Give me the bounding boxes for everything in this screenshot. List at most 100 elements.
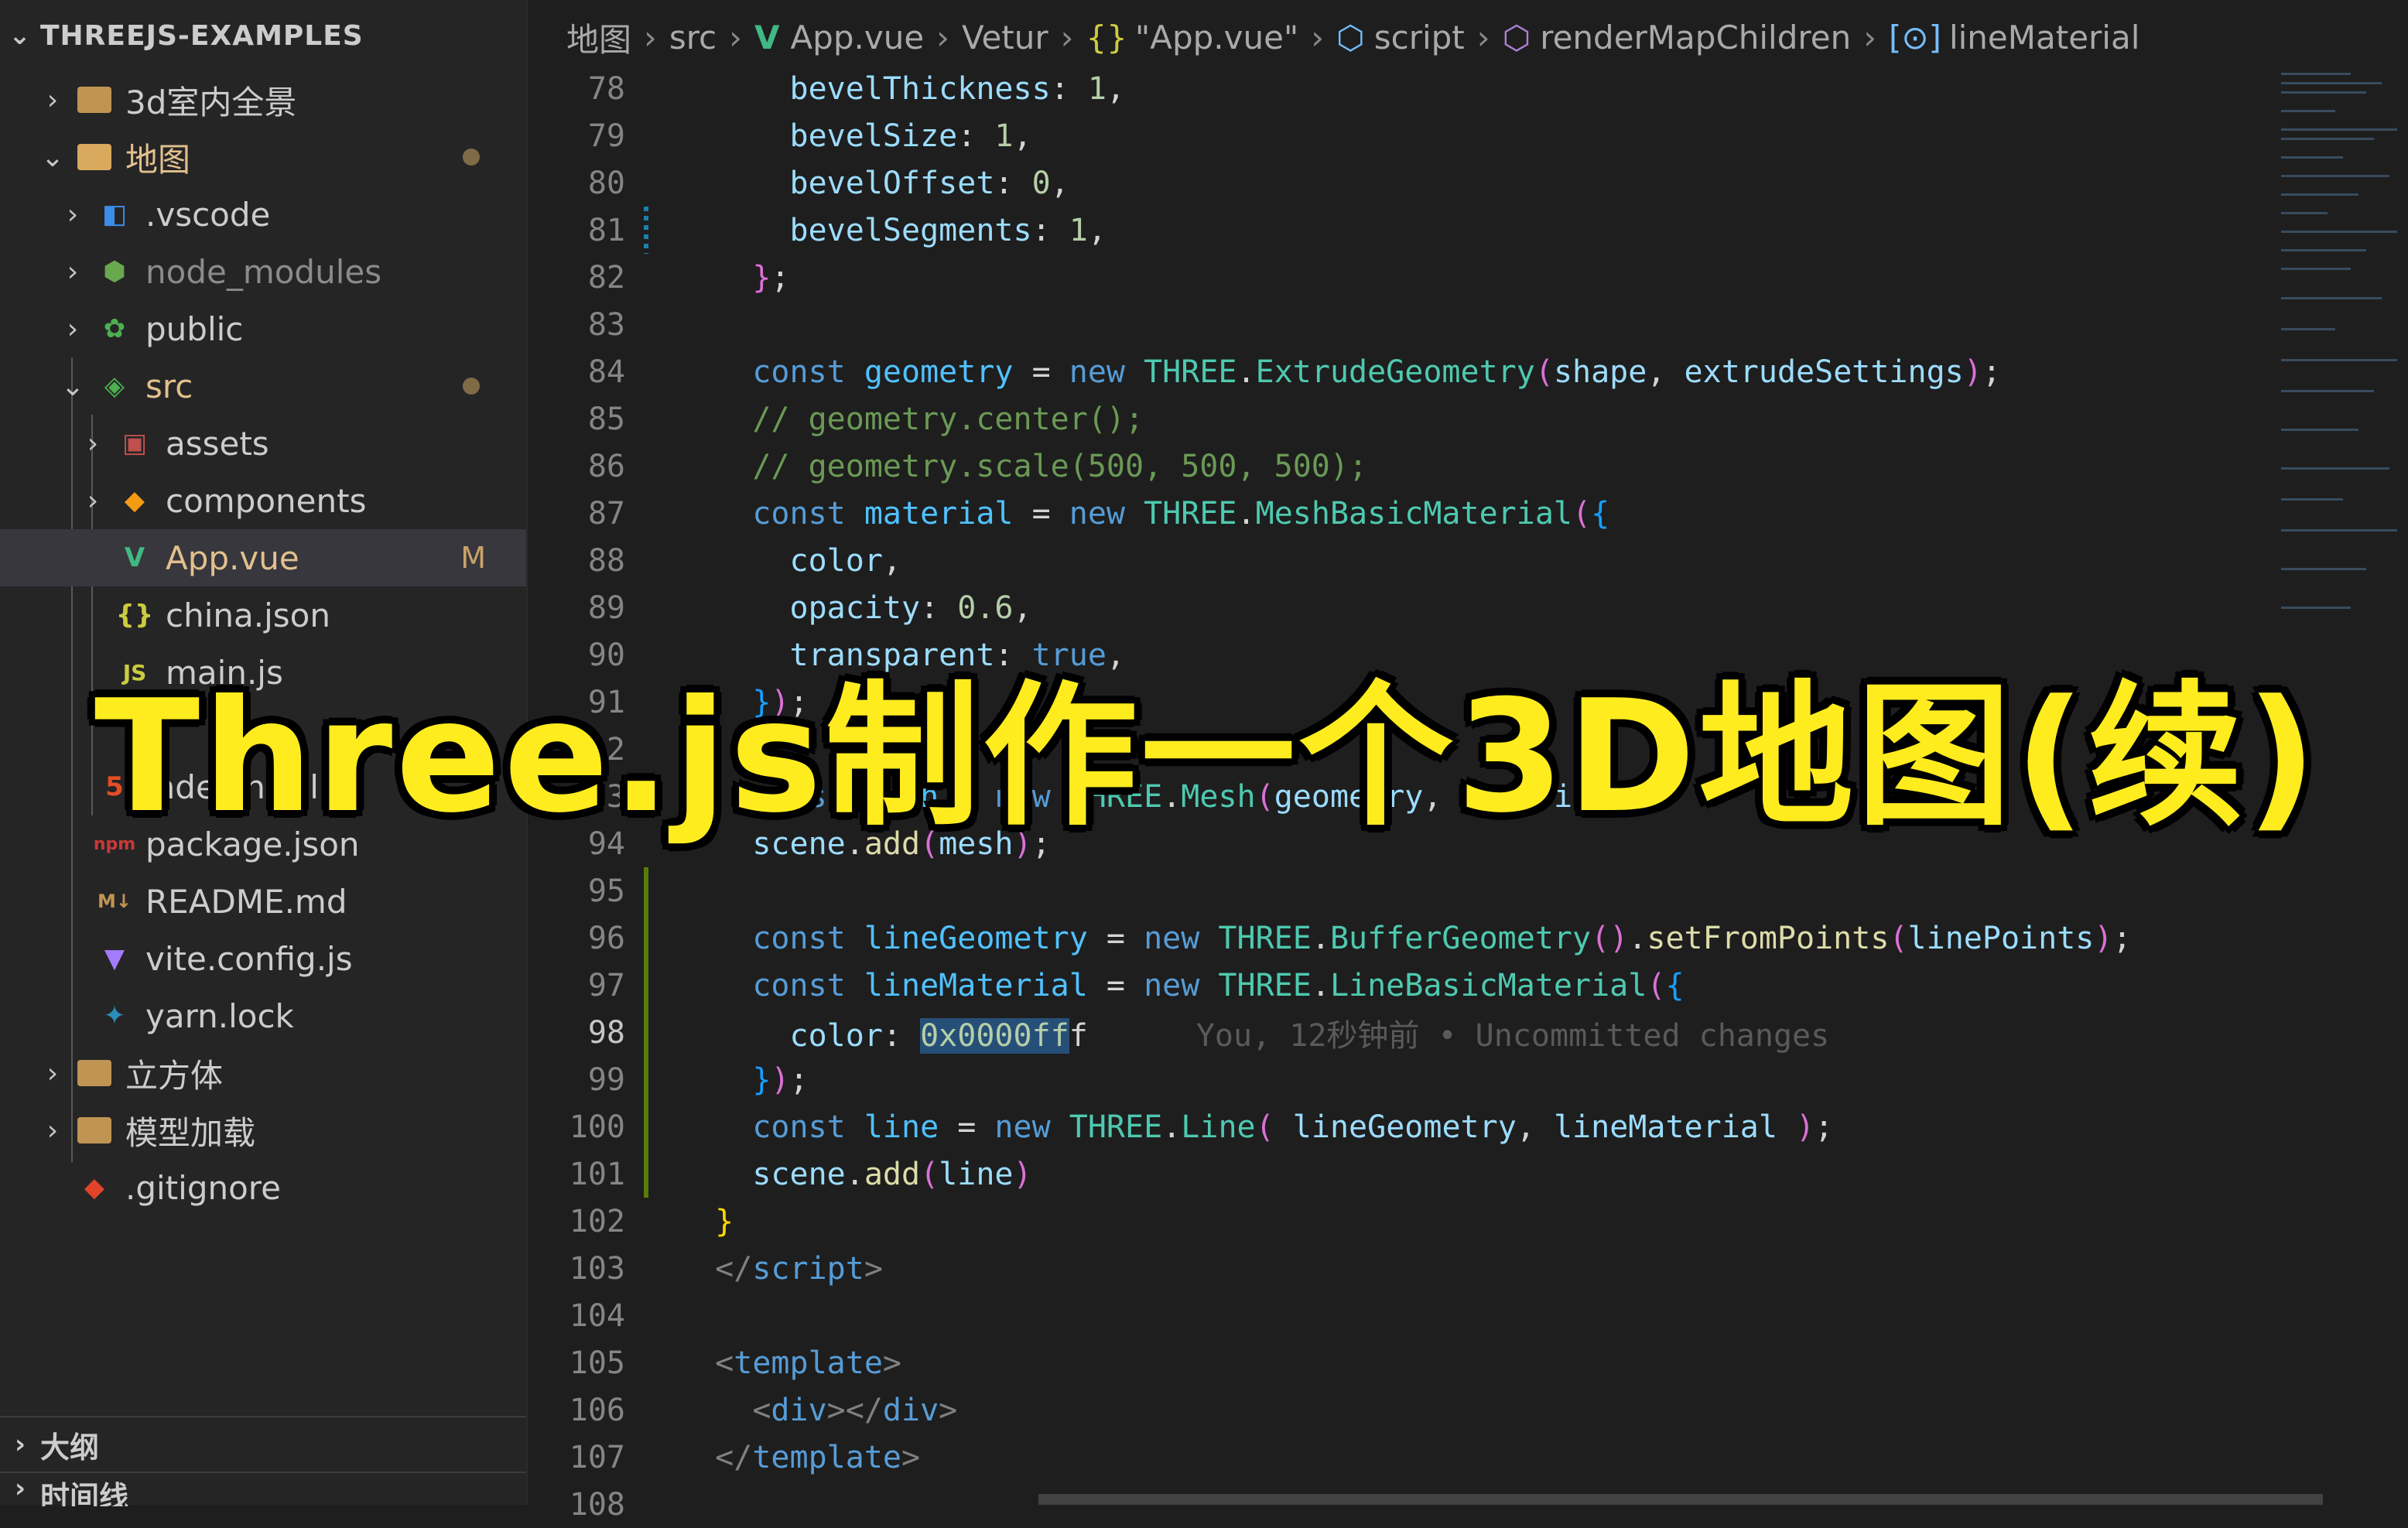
variable-icon: [⊙] bbox=[1888, 18, 1941, 56]
code-line: 96 const lineGeometry = new THREE.Buffer… bbox=[587, 920, 2132, 956]
horizontal-scrollbar[interactable] bbox=[1038, 1494, 2323, 1505]
timeline-section[interactable]: › 时间线 bbox=[0, 1472, 526, 1506]
chevron-right-icon: › bbox=[644, 18, 657, 56]
code-line: 81 bevelSegments: 1, bbox=[587, 212, 1107, 248]
code-line: 83 bbox=[587, 306, 625, 343]
code-line: 88 color, bbox=[587, 542, 902, 579]
code-line: 82 }; bbox=[587, 259, 790, 296]
yarn-icon: ✦ bbox=[103, 1000, 126, 1031]
code-line: 78 bevelThickness: 1, bbox=[587, 70, 1126, 107]
banner-text: Three.js制作一个3D地图(续) bbox=[94, 667, 2321, 847]
code-line-current: 98 color: 0x0000fff You, 12秒钟前 • Uncommit… bbox=[587, 1014, 1830, 1054]
folder-open-icon bbox=[74, 142, 115, 173]
code-line: 87 const material = new THREE.MeshBasicM… bbox=[587, 495, 1610, 532]
breadcrumb-item[interactable]: script bbox=[1374, 19, 1465, 56]
braces-icon: {} bbox=[1086, 18, 1127, 56]
tree-item-vite-config[interactable]: ▼ vite.config.js bbox=[0, 930, 526, 987]
json-icon: {} bbox=[115, 600, 154, 631]
breadcrumb: 地图 › src › V App.vue › Vetur › {} "App.v… bbox=[528, 0, 2408, 74]
code-line: 89 opacity: 0.6, bbox=[587, 590, 1032, 626]
src-folder-icon: ◈ bbox=[104, 371, 125, 402]
breadcrumb-item[interactable]: renderMapChildren bbox=[1540, 19, 1851, 56]
outline-label: 大纲 bbox=[40, 1430, 100, 1465]
chevron-right-icon: › bbox=[14, 1473, 26, 1504]
vscode-folder-icon: ◧ bbox=[101, 199, 128, 230]
chevron-right-icon: › bbox=[1311, 18, 1325, 56]
tree-item-cube[interactable]: › 立方体 bbox=[0, 1044, 526, 1102]
code-line: 84 const geometry = new THREE.ExtrudeGeo… bbox=[587, 354, 2001, 390]
breadcrumb-item[interactable]: lineMaterial bbox=[1949, 19, 2139, 56]
components-folder-icon: ◆ bbox=[124, 485, 145, 516]
vue-icon: V bbox=[124, 542, 145, 573]
explorer-header[interactable]: ⌄ THREEJS-EXAMPLES bbox=[0, 0, 526, 71]
code-line: 101 scene.add(line) bbox=[569, 1156, 1032, 1192]
modified-dot bbox=[463, 378, 480, 395]
code-line: 97 const lineMaterial = new THREE.LineBa… bbox=[587, 967, 1685, 1003]
git-icon: ◆ bbox=[84, 1172, 105, 1203]
folder-icon bbox=[74, 1058, 115, 1089]
breadcrumb-item[interactable]: 地图 bbox=[566, 14, 631, 61]
breadcrumb-item[interactable]: App.vue bbox=[790, 19, 924, 56]
tree-item-vscode[interactable]: › ◧ .vscode bbox=[0, 186, 526, 243]
code-line: 99 }); bbox=[587, 1061, 809, 1098]
tree-item-gitignore[interactable]: ◆ .gitignore bbox=[0, 1159, 526, 1216]
modified-dot bbox=[463, 149, 480, 166]
tree-item-app-vue[interactable]: V App.vue M bbox=[0, 529, 526, 586]
code-line: 104 bbox=[569, 1297, 625, 1334]
chevron-right-icon: › bbox=[1060, 18, 1074, 56]
chevron-right-icon: › bbox=[1863, 18, 1876, 56]
cube-icon: ⬡ bbox=[1336, 18, 1365, 56]
chevron-right-icon: › bbox=[46, 84, 59, 116]
timeline-label: 时间线 bbox=[40, 1480, 129, 1506]
code-line: 80 bevelOffset: 0, bbox=[587, 165, 1069, 201]
folder-icon bbox=[74, 84, 115, 115]
chevron-right-icon: › bbox=[46, 1057, 59, 1089]
chevron-down-icon[interactable]: ⌄ bbox=[0, 20, 40, 51]
tree-item-components[interactable]: › ◆ components bbox=[0, 472, 526, 529]
node-folder-icon: ⬢ bbox=[103, 256, 126, 287]
chevron-right-icon: › bbox=[729, 18, 742, 56]
vue-icon: V bbox=[754, 18, 780, 56]
chevron-right-icon: › bbox=[1476, 18, 1490, 56]
git-blame-annotation: You, 12秒钟前 • Uncommitted changes bbox=[1195, 1017, 1830, 1054]
modified-badge: M bbox=[460, 541, 486, 575]
folder-icon bbox=[74, 1115, 115, 1146]
tree-item-map[interactable]: ⌄ 地图 bbox=[0, 128, 526, 186]
method-icon: ⬡ bbox=[1502, 18, 1531, 56]
code-line: 95 bbox=[587, 873, 625, 909]
chevron-right-icon: › bbox=[936, 18, 949, 56]
public-folder-icon: ✿ bbox=[103, 313, 126, 344]
breadcrumb-item[interactable]: "App.vue" bbox=[1135, 19, 1298, 56]
chevron-right-icon: › bbox=[67, 255, 79, 288]
tree-item-assets[interactable]: › ▣ assets bbox=[0, 415, 526, 472]
chevron-right-icon: › bbox=[67, 198, 79, 231]
code-line: 102 } bbox=[569, 1203, 734, 1239]
outline-section[interactable]: › 大纲 bbox=[0, 1416, 526, 1472]
code-line: 79 bevelSize: 1, bbox=[587, 118, 1032, 154]
assets-folder-icon: ▣ bbox=[121, 428, 148, 459]
tree-item-public[interactable]: › ✿ public bbox=[0, 300, 526, 357]
breadcrumb-item[interactable]: Vetur bbox=[962, 19, 1048, 56]
tree-item-yarn-lock[interactable]: ✦ yarn.lock bbox=[0, 987, 526, 1044]
chevron-down-icon: ⌄ bbox=[40, 141, 65, 173]
code-line: 105 <template> bbox=[569, 1345, 902, 1381]
tree-item-3d-panorama[interactable]: › 3d室内全景 bbox=[0, 71, 526, 128]
tree-item-src[interactable]: ⌄ ◈ src bbox=[0, 357, 526, 415]
tree-item-model-loading[interactable]: › 模型加载 bbox=[0, 1102, 526, 1159]
code-line: 107 </template> bbox=[569, 1439, 921, 1475]
code-line: 86 // geometry.scale(500, 500, 500); bbox=[587, 448, 1368, 484]
title-banner: Three.js制作一个3D地图(续) bbox=[46, 654, 2368, 847]
tree-item-node-modules[interactable]: › ⬢ node_modules bbox=[0, 243, 526, 300]
explorer-title: THREEJS-EXAMPLES bbox=[40, 19, 364, 52]
tree-item-readme[interactable]: M↓ README.md bbox=[0, 873, 526, 930]
code-line: 106 <div></div> bbox=[569, 1392, 958, 1428]
code-line: 100 const line = new THREE.Line( lineGeo… bbox=[569, 1109, 1834, 1145]
chevron-right-icon: › bbox=[46, 1114, 59, 1147]
chevron-right-icon: › bbox=[87, 427, 99, 460]
vite-icon: ▼ bbox=[104, 943, 125, 974]
chevron-down-icon: ⌄ bbox=[60, 370, 85, 402]
chevron-right-icon: › bbox=[67, 313, 79, 345]
code-line: 103 </script> bbox=[569, 1250, 883, 1287]
markdown-icon: M↓ bbox=[97, 890, 132, 912]
breadcrumb-item[interactable]: src bbox=[669, 19, 717, 56]
